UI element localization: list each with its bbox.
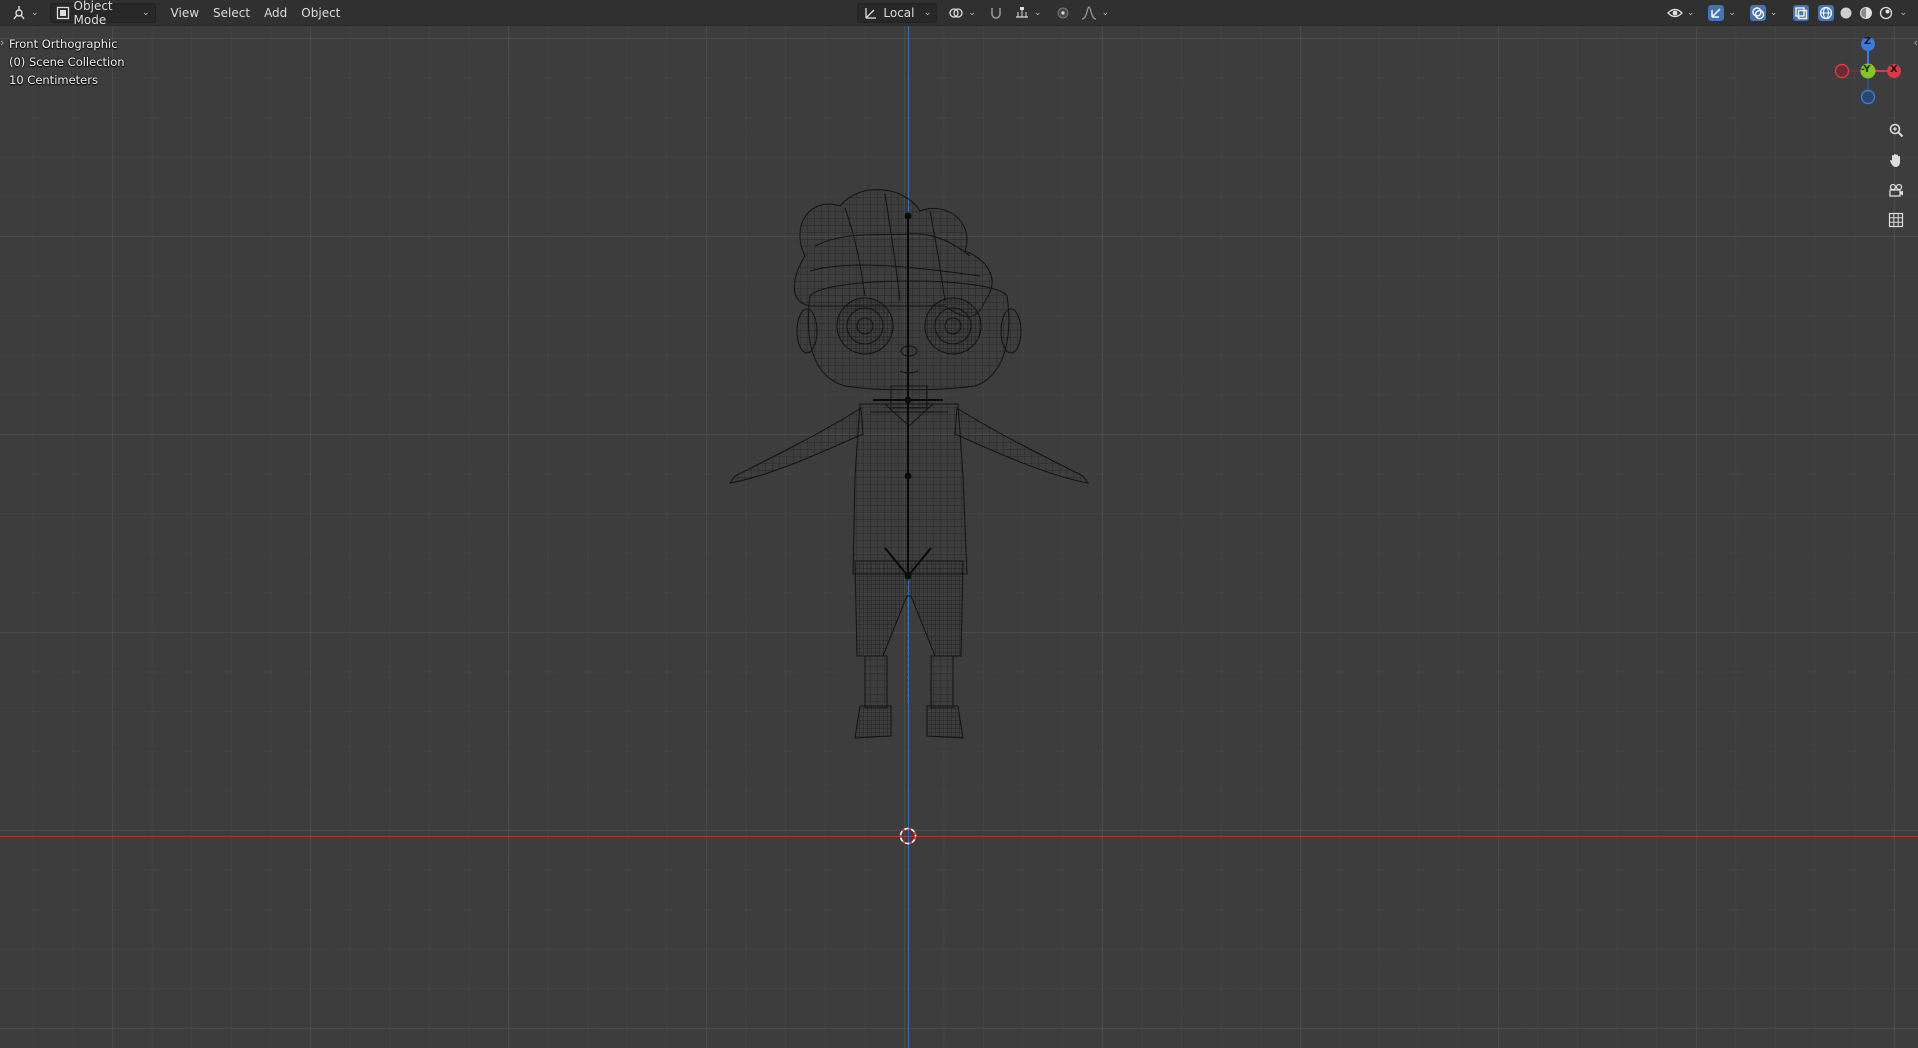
chevron-down-icon: ⌄ bbox=[1033, 7, 1042, 18]
shading-rendered-button[interactable] bbox=[1876, 3, 1896, 23]
transform-orientation-label: Local bbox=[883, 5, 915, 20]
proportional-editing-toggle[interactable] bbox=[1050, 3, 1076, 23]
editor-3d-viewport-icon bbox=[11, 5, 27, 21]
menu-view[interactable]: View bbox=[166, 3, 204, 23]
menu-object[interactable]: Object bbox=[296, 3, 345, 23]
viewport-text-info: Front Orthographic (0) Scene Collection … bbox=[9, 35, 125, 89]
object-mode-dropdown[interactable]: Object Mode ⌄ bbox=[49, 0, 156, 27]
wireframe-shading-icon bbox=[1818, 5, 1835, 21]
overlay-toggle[interactable]: ⌄ bbox=[1745, 3, 1783, 23]
3d-cursor[interactable] bbox=[898, 826, 918, 850]
header-right-group: ⌄ ⌄ ⌄ ⌄ bbox=[1662, 3, 1910, 23]
chevron-down-icon: ⌄ bbox=[923, 7, 932, 18]
shading-solid-button[interactable] bbox=[1836, 3, 1856, 23]
menu-select[interactable]: Select bbox=[208, 3, 255, 23]
visibility-dropdown[interactable]: ⌄ bbox=[1662, 3, 1700, 23]
shading-wireframe-button[interactable] bbox=[1816, 3, 1836, 23]
pivot-point-icon bbox=[948, 5, 964, 21]
toolbar-toggle-icon[interactable]: › bbox=[0, 36, 4, 49]
xray-toggle[interactable] bbox=[1788, 3, 1814, 23]
rendered-shading-icon bbox=[1878, 5, 1894, 21]
snap-increment-icon bbox=[1014, 5, 1030, 21]
material-shading-icon bbox=[1858, 5, 1874, 21]
view-name: Front Orthographic bbox=[9, 37, 118, 51]
character-wireframe-model[interactable] bbox=[695, 176, 1095, 876]
object-mode-label: Object Mode bbox=[73, 0, 113, 27]
pivot-point-dropdown[interactable]: ⌄ bbox=[943, 3, 981, 23]
gizmo-z-label: Z bbox=[1864, 36, 1872, 47]
navigation-gizmo[interactable]: Z X -Y bbox=[1830, 34, 1908, 118]
xray-icon bbox=[1793, 5, 1810, 21]
gizmo-y-label: -Y bbox=[1861, 64, 1871, 75]
chevron-down-icon: ⌄ bbox=[142, 7, 150, 18]
gizmo-neg-x bbox=[1834, 63, 1850, 79]
menu-add[interactable]: Add bbox=[259, 3, 292, 23]
falloff-curve-icon bbox=[1081, 5, 1097, 21]
transform-orientation-icon bbox=[863, 5, 879, 21]
pan-tool[interactable] bbox=[1884, 150, 1908, 174]
shading-options-dropdown[interactable]: ⌄ bbox=[1896, 3, 1910, 23]
camera-view-tool[interactable] bbox=[1884, 180, 1908, 204]
snap-target-dropdown[interactable]: ⌄ bbox=[1009, 3, 1047, 23]
zoom-icon bbox=[1888, 122, 1904, 142]
gizmo-toggle[interactable]: ⌄ bbox=[1703, 3, 1741, 23]
shading-material-button[interactable] bbox=[1856, 3, 1876, 23]
proportional-editing-icon bbox=[1055, 5, 1071, 21]
snap-toggle[interactable] bbox=[983, 3, 1009, 23]
overlay-icon bbox=[1749, 5, 1766, 21]
visibility-icon bbox=[1666, 5, 1683, 21]
grid-scale: 10 Centimeters bbox=[9, 73, 98, 87]
collection-name: (0) Scene Collection bbox=[9, 55, 125, 69]
chevron-down-icon: ⌄ bbox=[1769, 8, 1778, 18]
solid-shading-icon bbox=[1838, 5, 1854, 21]
chevron-down-icon: ⌄ bbox=[1899, 8, 1907, 18]
chevron-down-icon: ⌄ bbox=[1101, 7, 1110, 18]
3d-viewport[interactable]: Front Orthographic (0) Scene Collection … bbox=[0, 26, 1918, 1048]
chevron-down-icon: ⌄ bbox=[1728, 8, 1736, 18]
zoom-tool[interactable] bbox=[1884, 120, 1908, 144]
ortho-toggle-tool[interactable] bbox=[1884, 210, 1908, 234]
ortho-grid-icon bbox=[1888, 212, 1904, 232]
pan-hand-icon bbox=[1888, 152, 1904, 172]
chevron-down-icon: ⌄ bbox=[1686, 8, 1695, 18]
chevron-down-icon: ⌄ bbox=[968, 7, 976, 18]
transform-orientation-dropdown[interactable]: Local ⌄ bbox=[857, 2, 938, 23]
chevron-down-icon: ⌄ bbox=[31, 7, 39, 18]
sidebar-toggle-icon[interactable]: ‹ bbox=[1914, 36, 1918, 49]
gizmo-neg-z bbox=[1860, 89, 1876, 105]
viewport-header: ⌄ Object Mode ⌄ View Select Add Object L… bbox=[0, 0, 1918, 27]
editor-type-button[interactable]: ⌄ bbox=[6, 3, 44, 23]
snap-icon bbox=[988, 5, 1004, 21]
gizmo-icon bbox=[1708, 5, 1725, 21]
camera-view-icon bbox=[1888, 182, 1904, 202]
gizmo-x-label: X bbox=[1890, 64, 1898, 75]
proportional-falloff-dropdown[interactable]: ⌄ bbox=[1076, 3, 1114, 23]
object-mode-icon bbox=[56, 5, 70, 21]
